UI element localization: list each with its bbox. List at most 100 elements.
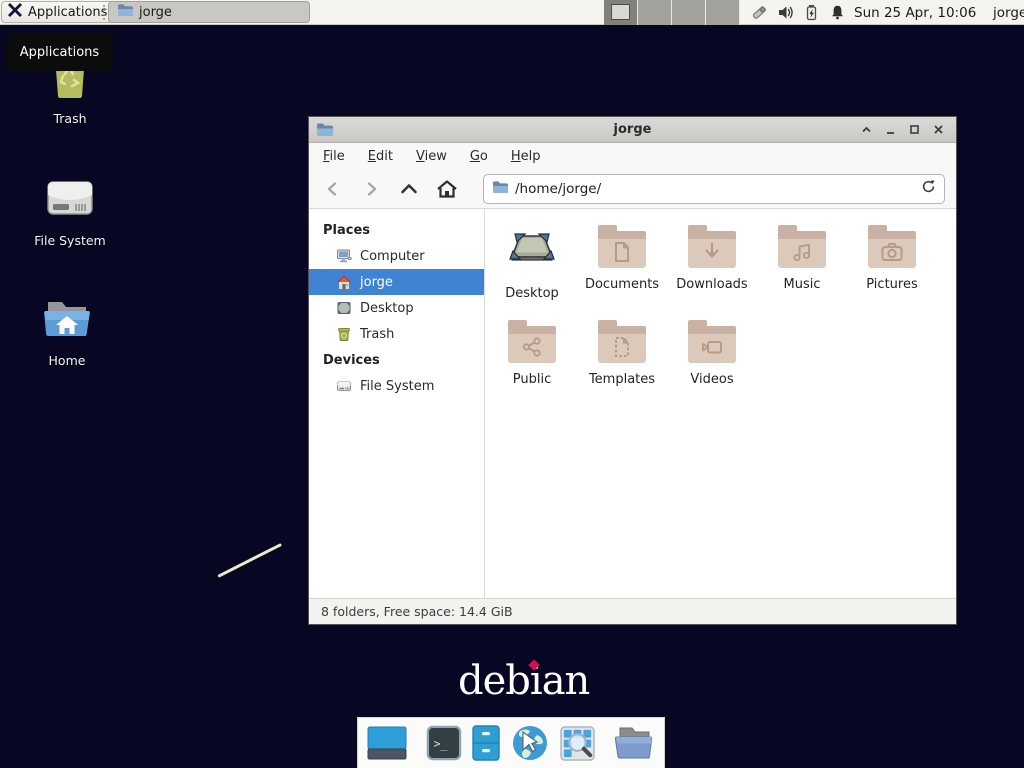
- sidebar-item-home[interactable]: jorge: [309, 269, 484, 295]
- title-bar[interactable]: jorge: [309, 117, 956, 143]
- file-item-music[interactable]: Music: [757, 211, 847, 306]
- file-item-desktop[interactable]: Desktop: [487, 211, 577, 306]
- dock-panel: >_: [357, 717, 665, 768]
- sidebar-item-desktop[interactable]: Desktop: [309, 295, 484, 321]
- trash-small-icon: [335, 326, 352, 343]
- file-manager-window: jorge File Edit View Go Help /home/jorge…: [308, 116, 957, 625]
- devices-header: Devices: [309, 347, 484, 373]
- file-label: Public: [513, 372, 551, 387]
- folder-icon-downloads: [688, 231, 736, 268]
- window-folder-icon: [316, 122, 333, 137]
- terminal-prompt-text: >_: [434, 737, 448, 751]
- applications-tooltip: Applications: [6, 33, 113, 71]
- close-button[interactable]: [928, 120, 948, 140]
- computer-icon: [335, 248, 352, 265]
- web-browser-icon[interactable]: [510, 723, 550, 763]
- menu-bar: File Edit View Go Help: [309, 143, 956, 169]
- terminal-icon[interactable]: >_: [426, 725, 462, 761]
- tooltip-label: Applications: [20, 45, 99, 60]
- panel-username[interactable]: jorge: [993, 0, 1024, 25]
- menu-view[interactable]: View: [416, 146, 447, 167]
- workspace-pager[interactable]: [604, 0, 740, 25]
- file-item-documents[interactable]: Documents: [577, 211, 667, 306]
- applications-menu-button[interactable]: Applications: [1, 1, 116, 23]
- files-grid: Desktop Documents Downloads: [487, 211, 956, 401]
- pen-tray-icon[interactable]: [751, 4, 768, 21]
- file-item-templates[interactable]: Templates: [577, 306, 667, 401]
- sidebar-item-trash[interactable]: Trash: [309, 321, 484, 347]
- folder-icon-pictures: [868, 231, 916, 268]
- menu-help[interactable]: Help: [511, 146, 541, 167]
- workspace-3[interactable]: [672, 0, 706, 25]
- files-pane[interactable]: Desktop Documents Downloads: [485, 209, 956, 598]
- application-finder-icon[interactable]: [559, 725, 596, 762]
- volume-icon[interactable]: [777, 4, 794, 21]
- folder-icon-public: [508, 326, 556, 363]
- file-item-videos[interactable]: Videos: [667, 306, 757, 401]
- status-text: 8 folders, Free space: 14.4 GiB: [321, 604, 513, 619]
- shade-button[interactable]: [856, 120, 876, 140]
- minimize-button[interactable]: [880, 120, 900, 140]
- folder-icon-documents: [598, 231, 646, 268]
- desktop-icon-label: File System: [34, 233, 106, 248]
- show-desktop-icon[interactable]: [366, 724, 408, 762]
- maximize-button[interactable]: [904, 120, 924, 140]
- system-tray: [751, 0, 846, 25]
- workspace-1[interactable]: [604, 0, 638, 25]
- sidebar-item-filesystem[interactable]: File System: [309, 373, 484, 399]
- desktop-icon-home[interactable]: Home: [17, 294, 117, 368]
- workspace-window-preview: [611, 4, 630, 20]
- folder-icon-videos: [688, 326, 736, 363]
- directory-menu-icon[interactable]: [614, 724, 656, 762]
- sidebar-item-label: Desktop: [360, 301, 414, 316]
- menu-file[interactable]: File: [323, 146, 345, 167]
- path-folder-icon: [492, 179, 508, 198]
- file-label: Music: [784, 277, 821, 292]
- status-bar: 8 folders, Free space: 14.4 GiB: [309, 598, 956, 624]
- tool-bar: /home/jorge/: [309, 169, 956, 209]
- drive-icon: [335, 378, 352, 395]
- folder-icon: [117, 3, 133, 21]
- applications-menu-label: Applications: [28, 5, 107, 20]
- file-label: Desktop: [505, 286, 559, 301]
- desktop-icon-label: Trash: [53, 111, 86, 126]
- workspace-4[interactable]: [706, 0, 740, 25]
- menu-go[interactable]: Go: [470, 146, 488, 167]
- location-bar[interactable]: /home/jorge/: [483, 174, 945, 204]
- folder-icon-templates: [598, 326, 646, 363]
- file-item-public[interactable]: Public: [487, 306, 577, 401]
- debian-wordmark: debian: [458, 658, 589, 704]
- wallpaper-streak-line: [217, 543, 282, 578]
- file-label: Templates: [589, 372, 655, 387]
- home-folder-icon: [42, 294, 92, 346]
- desktop-icon-filesystem[interactable]: File System: [20, 174, 120, 248]
- taskbar-window-button[interactable]: jorge: [108, 1, 310, 23]
- desktop-root: { "panel": { "applications_label": "Appl…: [0, 0, 1024, 768]
- sidebar-item-label: Computer: [360, 249, 425, 264]
- side-pane: Places Computer jorge Desktop: [309, 209, 485, 598]
- file-label: Downloads: [676, 277, 747, 292]
- file-item-pictures[interactable]: Pictures: [847, 211, 937, 306]
- file-item-downloads[interactable]: Downloads: [667, 211, 757, 306]
- sidebar-item-computer[interactable]: Computer: [309, 243, 484, 269]
- panel-separator-handle[interactable]: [101, 5, 106, 20]
- workspace-2[interactable]: [638, 0, 672, 25]
- sidebar-item-label: File System: [360, 379, 434, 394]
- folder-icon-music: [778, 231, 826, 268]
- sidebar-item-label: Trash: [360, 327, 394, 342]
- back-button[interactable]: [319, 175, 347, 203]
- forward-button[interactable]: [357, 175, 385, 203]
- home-button[interactable]: [433, 175, 461, 203]
- hard-drive-icon: [45, 174, 95, 226]
- up-button[interactable]: [395, 175, 423, 203]
- panel-clock[interactable]: Sun 25 Apr, 10:06: [854, 0, 976, 25]
- desktop-icon: [335, 300, 352, 317]
- notifications-bell-icon[interactable]: [829, 4, 846, 21]
- file-manager-icon[interactable]: [471, 724, 501, 762]
- location-path-text[interactable]: /home/jorge/: [515, 181, 914, 197]
- battery-icon[interactable]: [803, 4, 820, 21]
- desktop-big-icon: [508, 225, 556, 277]
- reload-icon[interactable]: [921, 179, 936, 198]
- menu-edit[interactable]: Edit: [368, 146, 393, 167]
- debian-text: deb: [458, 658, 530, 704]
